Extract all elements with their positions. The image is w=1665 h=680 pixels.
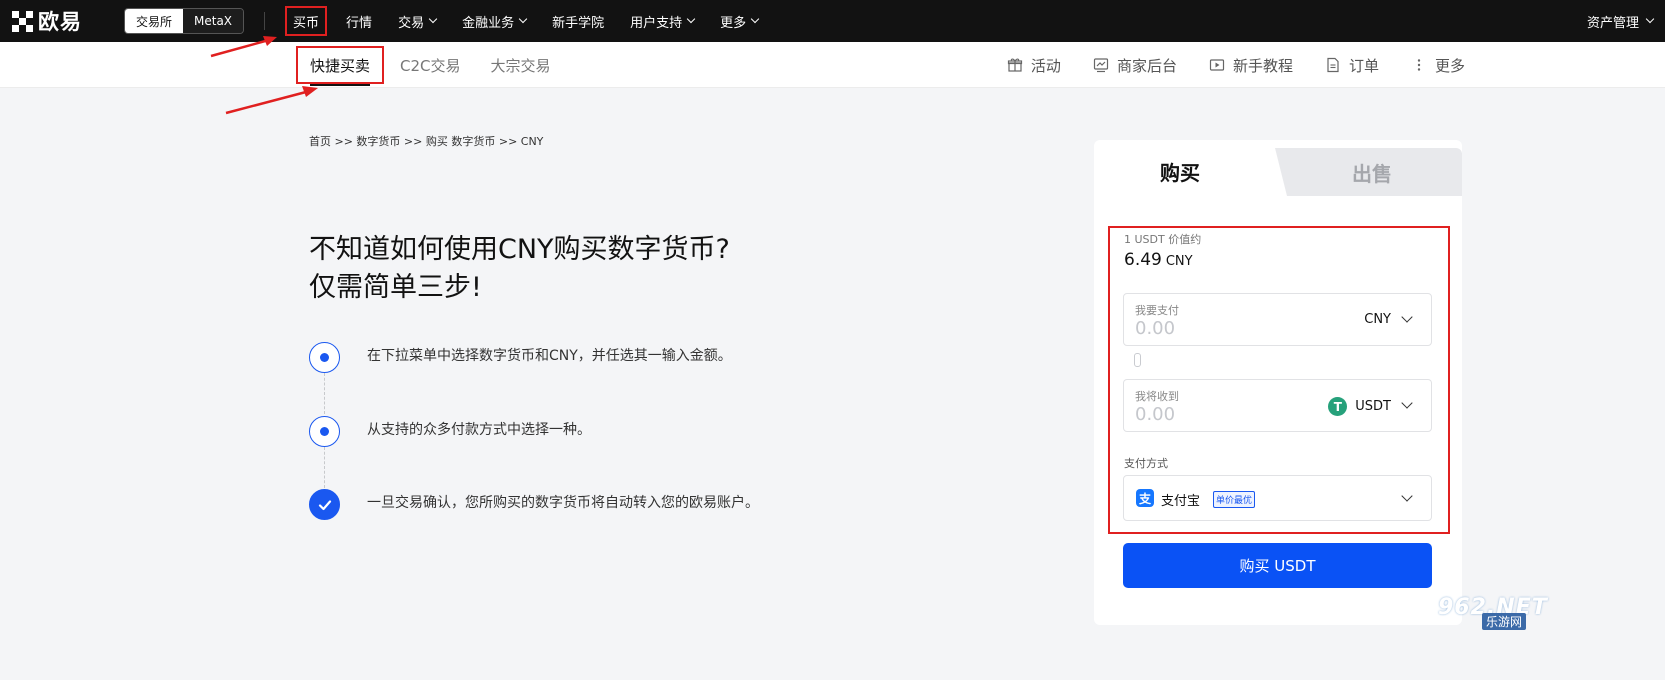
step-text: 一旦交易确认，您所购买的数字货币将自动转入您的欧易账户。 bbox=[367, 495, 759, 511]
pay-amount-input[interactable]: 0.00 bbox=[1135, 318, 1175, 339]
step-item: 从支持的众多付款方式中选择一种。 bbox=[309, 416, 591, 447]
site-watermark: 962.NET 乐游网 bbox=[1438, 595, 1563, 640]
link-icon bbox=[1134, 353, 1141, 367]
play-icon bbox=[1209, 59, 1225, 71]
title-line: 不知道如何使用CNY购买数字货币? bbox=[309, 234, 730, 265]
payment-method-name: 支付宝 bbox=[1161, 494, 1201, 509]
nav-support[interactable]: 用户支持 bbox=[617, 0, 707, 42]
nav-finance[interactable]: 金融业务 bbox=[449, 0, 539, 42]
best-price-badge: 单价最优 bbox=[1213, 491, 1256, 508]
nav-label: 用户支持 bbox=[630, 15, 683, 31]
step-connector bbox=[324, 447, 325, 488]
receive-amount-field[interactable]: 我将收到 0.00 T USDT bbox=[1123, 379, 1432, 432]
annotation-arrow-icon bbox=[225, 86, 318, 115]
sub-links: 活动 商家后台 新手教程 订单 更多 bbox=[975, 42, 1465, 88]
annotation-arrow-icon bbox=[210, 36, 277, 58]
link-label: 商家后台 bbox=[1116, 56, 1177, 75]
receive-amount-input[interactable]: 0.00 bbox=[1135, 404, 1175, 425]
tab-express[interactable]: 快捷买卖 bbox=[295, 46, 385, 86]
link-label: 新手教程 bbox=[1232, 56, 1293, 75]
step-dot-icon bbox=[309, 416, 340, 447]
link-tutorial[interactable]: 新手教程 bbox=[1209, 55, 1293, 76]
link-label: 活动 bbox=[1030, 56, 1061, 75]
payment-method-select[interactable]: 支 支付宝 单价最优 bbox=[1123, 475, 1432, 521]
chevron-down-icon bbox=[428, 14, 438, 24]
rate-value: 6.49 CNY bbox=[1124, 250, 1193, 270]
document-icon bbox=[1327, 57, 1339, 73]
chevron-down-icon[interactable] bbox=[1401, 490, 1413, 502]
nav-label: 行情 bbox=[346, 15, 373, 31]
chevron-down-icon bbox=[686, 14, 696, 24]
rate-label: 1 USDT 价值约 bbox=[1124, 233, 1202, 246]
asset-management-menu[interactable]: 资产管理 bbox=[1586, 0, 1655, 42]
link-label: 更多 bbox=[1434, 56, 1465, 75]
receive-label: 我将收到 bbox=[1135, 390, 1179, 403]
tab-c2c[interactable]: C2C交易 bbox=[400, 42, 461, 88]
trade-mode-tabs: 快捷买卖 C2C交易 大宗交易 bbox=[295, 42, 581, 88]
pay-amount-field[interactable]: 我要支付 0.00 CNY bbox=[1123, 293, 1432, 346]
currency-label: CNY bbox=[1364, 312, 1391, 327]
main-nav: 买币 行情 交易 金融业务 新手学院 用户支持 更多 bbox=[279, 0, 771, 42]
chevron-down-icon bbox=[750, 14, 760, 24]
tab-block-trade[interactable]: 大宗交易 bbox=[491, 42, 551, 88]
assets-label: 资产管理 bbox=[1586, 15, 1639, 31]
page-title: 不知道如何使用CNY购买数字货币? 仅需简单三步! bbox=[309, 231, 829, 307]
more-vertical-icon bbox=[1417, 59, 1421, 71]
logo-text: 欧易 bbox=[38, 10, 82, 34]
tab-sell[interactable]: 出售 bbox=[1282, 148, 1462, 196]
rate-number: 6.49 bbox=[1124, 250, 1162, 270]
step-dot-icon bbox=[309, 342, 340, 373]
step-connector bbox=[324, 373, 325, 414]
gift-icon bbox=[1007, 58, 1023, 72]
rate-currency: CNY bbox=[1165, 254, 1193, 269]
nav-markets[interactable]: 行情 bbox=[333, 0, 385, 42]
chevron-down-icon[interactable] bbox=[1401, 311, 1413, 323]
nav-label: 买币 bbox=[293, 15, 320, 31]
link-more[interactable]: 更多 bbox=[1411, 55, 1465, 76]
currency-label: USDT bbox=[1355, 399, 1391, 414]
logo[interactable]: 欧易 bbox=[12, 6, 102, 36]
receive-currency-select[interactable]: T USDT bbox=[1328, 397, 1391, 416]
link-label: 订单 bbox=[1348, 56, 1379, 75]
nav-label: 更多 bbox=[720, 15, 747, 31]
merchant-icon bbox=[1093, 58, 1109, 73]
payment-method-label: 支付方式 bbox=[1124, 457, 1168, 470]
step-item: 在下拉菜单中选择数字货币和CNY，并任选其一输入金额。 bbox=[309, 342, 732, 373]
nav-trade[interactable]: 交易 bbox=[385, 0, 449, 42]
chevron-down-icon bbox=[518, 14, 528, 24]
okx-logo-icon bbox=[12, 10, 33, 32]
tether-icon: T bbox=[1328, 397, 1348, 416]
link-orders[interactable]: 订单 bbox=[1325, 55, 1379, 76]
chevron-down-icon bbox=[1645, 14, 1655, 24]
nav-academy[interactable]: 新手学院 bbox=[539, 0, 617, 42]
pay-currency-select[interactable]: CNY bbox=[1364, 312, 1391, 327]
chevron-down-icon[interactable] bbox=[1401, 397, 1413, 409]
step-text: 在下拉菜单中选择数字货币和CNY，并任选其一输入金额。 bbox=[367, 348, 732, 364]
buy-usdt-button[interactable]: 购买 USDT bbox=[1123, 543, 1432, 588]
breadcrumb[interactable]: 首页 >> 数字货币 >> 购买 数字货币 >> CNY bbox=[309, 133, 543, 149]
nav-label: 交易 bbox=[398, 15, 425, 31]
pay-label: 我要支付 bbox=[1135, 304, 1179, 317]
nav-label: 金融业务 bbox=[462, 15, 515, 31]
watermark-text: 乐游网 bbox=[1482, 613, 1527, 630]
step-text: 从支持的众多付款方式中选择一种。 bbox=[367, 422, 591, 438]
nav-more[interactable]: 更多 bbox=[707, 0, 771, 42]
tab-buy[interactable]: 购买 bbox=[1094, 140, 1266, 202]
step-item: 一旦交易确认，您所购买的数字货币将自动转入您的欧易账户。 bbox=[309, 489, 759, 520]
alipay-icon: 支 bbox=[1136, 489, 1154, 507]
link-merchant[interactable]: 商家后台 bbox=[1093, 55, 1177, 76]
link-events[interactable]: 活动 bbox=[1007, 55, 1061, 76]
title-line: 仅需简单三步! bbox=[309, 272, 482, 303]
nav-divider bbox=[264, 12, 266, 30]
nav-label: 新手学院 bbox=[552, 15, 605, 31]
nav-buy-crypto[interactable]: 买币 bbox=[279, 0, 333, 42]
exchange-toggle[interactable]: 交易所 bbox=[125, 9, 184, 33]
check-circle-icon bbox=[309, 489, 340, 520]
